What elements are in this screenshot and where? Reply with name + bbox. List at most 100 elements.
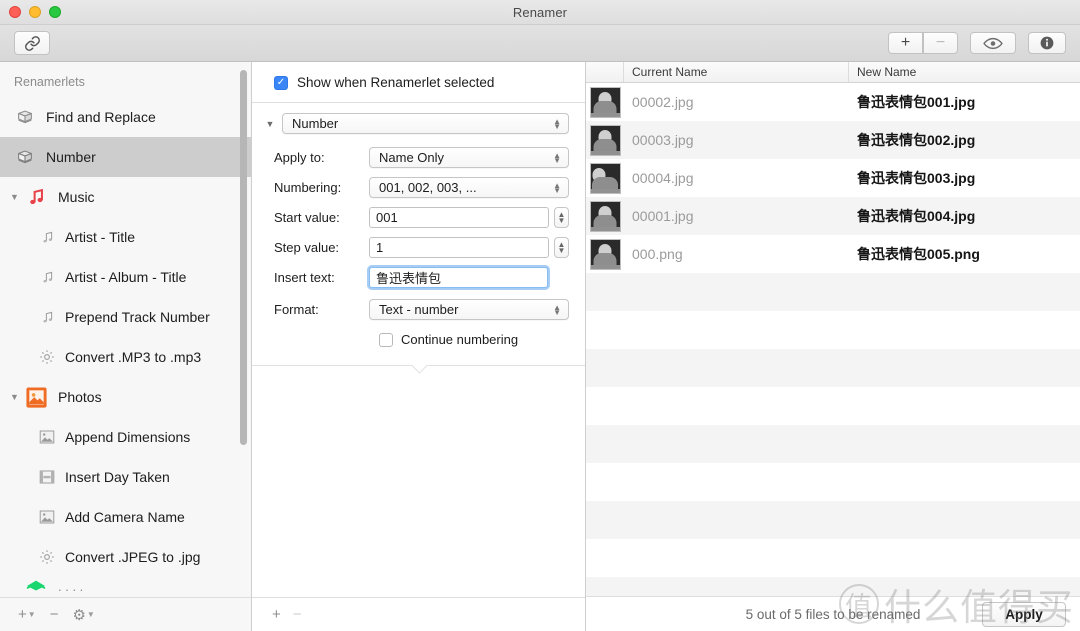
- field-format: Format: Text - number ▲ ▼: [264, 299, 569, 320]
- table-row[interactable]: 00003.jpg 鲁迅表情包002.jpg: [586, 121, 1080, 159]
- new-name-cell: 鲁迅表情包005.png: [857, 246, 980, 262]
- current-name-cell: 00002.jpg: [632, 94, 694, 110]
- field-label: Numbering:: [274, 180, 342, 195]
- inspector-add-button[interactable]: +: [272, 606, 281, 623]
- chevron-down-icon: ▼: [27, 610, 36, 619]
- minus-icon: −: [49, 606, 59, 623]
- sidebar-group-photos[interactable]: ▼ Photos: [0, 377, 251, 417]
- table-row-empty: [586, 425, 1080, 463]
- eye-icon[interactable]: [970, 32, 1016, 54]
- photo-icon: [38, 429, 56, 445]
- sidebar-group-label: Photos: [58, 389, 102, 405]
- chevron-updown-icon: ▲ ▼: [553, 116, 561, 131]
- sidebar-scrollbar[interactable]: [240, 70, 247, 445]
- start-value-text: 001: [376, 210, 398, 225]
- thumbnail-cell: [586, 200, 624, 232]
- show-when-selected-checkbox[interactable]: ✓: [274, 75, 288, 90]
- sidebar-item-prepend-track-number[interactable]: Prepend Track Number: [0, 297, 251, 337]
- table-row-empty: [586, 349, 1080, 387]
- file-list-panel: Current Name New Name 00002.jpg 鲁迅表情包001…: [586, 62, 1080, 631]
- chevron-down-icon[interactable]: ▼: [264, 119, 276, 129]
- field-step-value: Step value: 1 ▲ ▼: [264, 237, 569, 258]
- number-action-card: ▼ Number ▲ ▼ Apply to: Name Only ▲ ▼ Num…: [252, 103, 585, 374]
- sidebar-item-label: Number: [46, 149, 96, 165]
- start-value-stepper[interactable]: ▲ ▼: [554, 207, 569, 228]
- sidebar-group-partial[interactable]: . . . .: [0, 577, 251, 595]
- thumbnail-cell: [586, 162, 624, 194]
- sidebar-item-number[interactable]: Number: [0, 137, 251, 177]
- info-icon[interactable]: [1028, 32, 1066, 54]
- sidebar-footer: + ▼ − ⚙ ▼: [0, 597, 251, 631]
- gear-icon: [38, 349, 56, 365]
- table-row[interactable]: 00001.jpg 鲁迅表情包004.jpg: [586, 197, 1080, 235]
- cube-icon: [14, 110, 36, 125]
- continue-numbering-row[interactable]: Continue numbering: [264, 332, 569, 347]
- sidebar: Renamerlets Find and Replace Number ▼ Mu…: [0, 62, 252, 631]
- apply-button[interactable]: Apply: [982, 602, 1066, 627]
- window-title: Renamer: [512, 4, 568, 20]
- insert-text-input[interactable]: 鲁迅表情包: [367, 265, 550, 290]
- sidebar-group-label: . . . .: [58, 578, 84, 594]
- maximize-button[interactable]: [49, 6, 61, 18]
- sidebar-item-convert-mp3[interactable]: Convert .MP3 to .mp3: [0, 337, 251, 377]
- column-new-name[interactable]: New Name: [849, 62, 1080, 82]
- music-note-icon: [38, 230, 56, 245]
- sidebar-scroll-area: Renamerlets Find and Replace Number ▼ Mu…: [0, 62, 251, 597]
- window-controls: [9, 6, 61, 18]
- file-thumbnail-icon: [589, 124, 621, 156]
- step-value-input[interactable]: 1: [369, 237, 549, 258]
- cube-icon: [14, 150, 36, 165]
- chevron-updown-icon: ▲ ▼: [553, 180, 561, 195]
- show-when-selected-row[interactable]: ✓ Show when Renamerlet selected: [252, 62, 585, 103]
- sidebar-header: Renamerlets: [14, 75, 85, 89]
- chevron-down-icon[interactable]: ▼: [10, 192, 24, 202]
- sidebar-item-label: Artist - Album - Title: [65, 269, 187, 285]
- table-row[interactable]: 00002.jpg 鲁迅表情包001.jpg: [586, 83, 1080, 121]
- sidebar-add-button[interactable]: + ▼: [12, 606, 42, 623]
- field-label: Step value:: [274, 240, 340, 255]
- inspector-remove-button[interactable]: −: [293, 606, 302, 623]
- table-row-empty: [586, 501, 1080, 539]
- column-current-name[interactable]: Current Name: [624, 62, 849, 82]
- sidebar-item-find-and-replace[interactable]: Find and Replace: [0, 97, 251, 137]
- new-name-cell: 鲁迅表情包004.jpg: [857, 208, 976, 224]
- sidebar-item-insert-day-taken[interactable]: Insert Day Taken: [0, 457, 251, 497]
- sidebar-remove-button[interactable]: −: [44, 606, 65, 623]
- sidebar-item-add-camera-name[interactable]: Add Camera Name: [0, 497, 251, 537]
- sidebar-group-label: Music: [58, 189, 95, 205]
- sidebar-item-label: Artist - Title: [65, 229, 136, 245]
- add-button[interactable]: +: [888, 32, 923, 54]
- column-thumbnail: [586, 62, 624, 82]
- format-popup[interactable]: Text - number ▲ ▼: [369, 299, 569, 320]
- sidebar-item-artist-title[interactable]: Artist - Title: [0, 217, 251, 257]
- table-row[interactable]: 000.png 鲁迅表情包005.png: [586, 235, 1080, 273]
- field-start-value: Start value: 001 ▲ ▼: [264, 207, 569, 228]
- current-name-cell: 000.png: [632, 246, 683, 262]
- step-value-stepper[interactable]: ▲ ▼: [554, 237, 569, 258]
- sidebar-group-music[interactable]: ▼ Music: [0, 177, 251, 217]
- table-row[interactable]: 00004.jpg 鲁迅表情包003.jpg: [586, 159, 1080, 197]
- numbering-popup[interactable]: 001, 002, 003, ... ▲ ▼: [369, 177, 569, 198]
- sidebar-settings-button[interactable]: ⚙ ▼: [66, 606, 100, 624]
- table-row-empty: [586, 387, 1080, 425]
- table-row-empty: [586, 273, 1080, 311]
- sidebar-item-convert-jpeg[interactable]: Convert .JPEG to .jpg: [0, 537, 251, 577]
- sidebar-item-append-dimensions[interactable]: Append Dimensions: [0, 417, 251, 457]
- file-thumbnail-icon: [589, 238, 621, 270]
- action-type-popup[interactable]: Number ▲ ▼: [282, 113, 569, 134]
- start-value-input[interactable]: 001: [369, 207, 549, 228]
- sidebar-item-label: Convert .JPEG to .jpg: [65, 549, 201, 565]
- continue-numbering-checkbox[interactable]: [379, 332, 393, 347]
- apply-to-popup[interactable]: Name Only ▲ ▼: [369, 147, 569, 168]
- close-button[interactable]: [9, 6, 21, 18]
- current-name-cell: 00001.jpg: [632, 208, 694, 224]
- minimize-button[interactable]: [29, 6, 41, 18]
- remove-button[interactable]: −: [923, 32, 958, 54]
- new-name-cell: 鲁迅表情包002.jpg: [857, 132, 976, 148]
- sidebar-item-artist-album-title[interactable]: Artist - Album - Title: [0, 257, 251, 297]
- numbering-value: 001, 002, 003, ...: [379, 180, 477, 195]
- link-icon[interactable]: [14, 31, 50, 55]
- field-label: Start value:: [274, 210, 340, 225]
- chevron-down-icon[interactable]: ▼: [10, 392, 24, 402]
- renamer-window: Renamer + − Renamerlets Find and Replace…: [0, 0, 1080, 631]
